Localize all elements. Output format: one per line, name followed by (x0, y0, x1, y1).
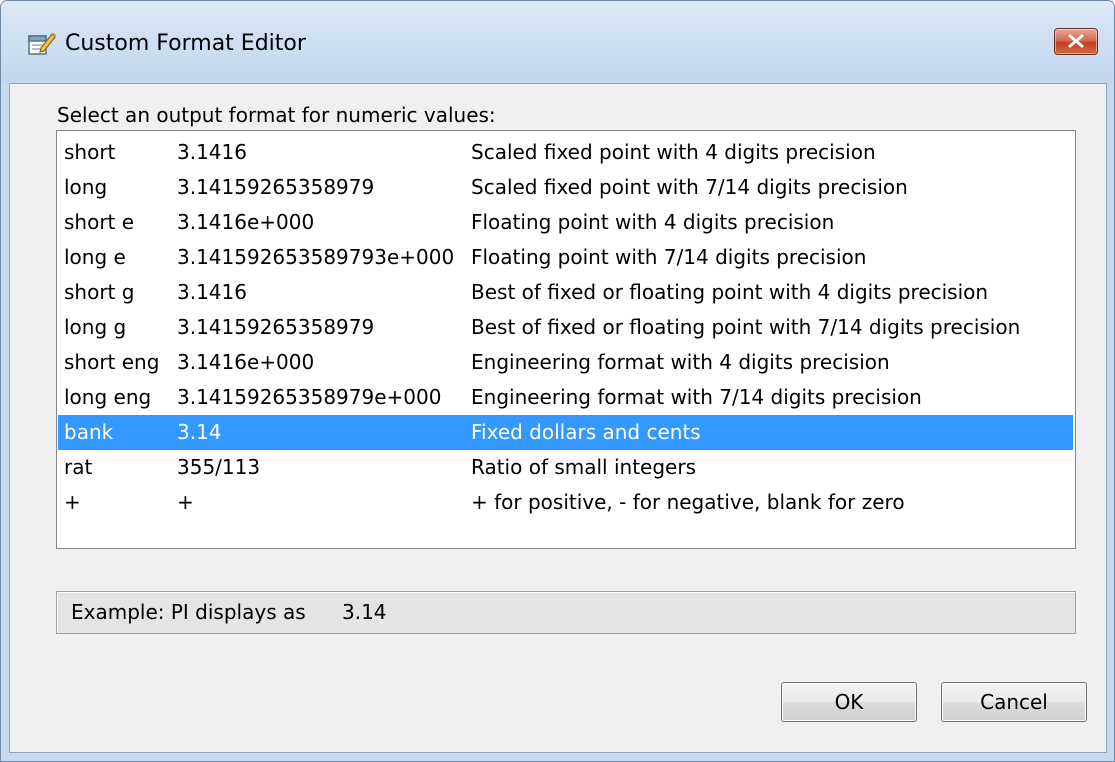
custom-format-editor-dialog: Custom Format Editor Select an output fo… (0, 0, 1115, 762)
format-example: 3.1416e+000 (177, 210, 315, 234)
format-row-plus[interactable]: + + + for positive, - for negative, blan… (58, 485, 1073, 520)
format-example: 3.14159265358979 (177, 175, 375, 199)
format-example: 3.14159265358979 (177, 315, 375, 339)
ok-button[interactable]: OK (781, 682, 917, 722)
format-row-long[interactable]: long 3.14159265358979 Scaled fixed point… (58, 170, 1073, 205)
format-name: bank (64, 420, 114, 444)
format-description: Best of fixed or floating point with 4 d… (471, 280, 989, 304)
format-example: 355/113 (177, 455, 261, 479)
format-row-short-e[interactable]: short e 3.1416e+000 Floating point with … (58, 205, 1073, 240)
format-description: Engineering format with 7/14 digits prec… (471, 385, 922, 409)
format-description: Best of fixed or floating point with 7/1… (471, 315, 1021, 339)
format-row-bank[interactable]: bank 3.14 Fixed dollars and cents (58, 415, 1073, 450)
format-row-long-eng[interactable]: long eng 3.14159265358979e+000 Engineeri… (58, 380, 1073, 415)
format-description: Ratio of small integers (471, 455, 696, 479)
format-name: short (64, 140, 116, 164)
format-example: + (177, 490, 194, 514)
format-description: Floating point with 7/14 digits precisio… (471, 245, 867, 269)
example-value: 3.14 (342, 600, 387, 624)
format-name: long g (64, 315, 127, 339)
example-label: Example: PI displays as (71, 600, 306, 624)
format-name: short g (64, 280, 135, 304)
title-bar[interactable]: Custom Format Editor (1, 1, 1114, 83)
format-example: 3.1416e+000 (177, 350, 315, 374)
format-name: rat (64, 455, 93, 479)
format-name: long e (64, 245, 126, 269)
format-prompt-label: Select an output format for numeric valu… (57, 103, 496, 127)
format-name: short eng (64, 350, 160, 374)
format-description: Floating point with 4 digits precision (471, 210, 835, 234)
window-title: Custom Format Editor (65, 31, 306, 56)
format-row-long-e[interactable]: long e 3.141592653589793e+000 Floating p… (58, 240, 1073, 275)
format-example: 3.141592653589793e+000 (177, 245, 455, 269)
format-name: long (64, 175, 108, 199)
format-name: + (64, 490, 81, 514)
format-row-short[interactable]: short 3.1416 Scaled fixed point with 4 d… (58, 135, 1073, 170)
format-row-short-eng[interactable]: short eng 3.1416e+000 Engineering format… (58, 345, 1073, 380)
close-button[interactable] (1054, 28, 1098, 55)
format-description: + for positive, - for negative, blank fo… (471, 490, 905, 514)
format-row-long-g[interactable]: long g 3.14159265358979 Best of fixed or… (58, 310, 1073, 345)
format-name: long eng (64, 385, 152, 409)
format-description: Engineering format with 4 digits precisi… (471, 350, 890, 374)
format-description: Scaled fixed point with 7/14 digits prec… (471, 175, 908, 199)
format-list[interactable]: short 3.1416 Scaled fixed point with 4 d… (56, 130, 1076, 549)
format-row-rat[interactable]: rat 355/113 Ratio of small integers (58, 450, 1073, 485)
format-name: short e (64, 210, 135, 234)
format-description: Fixed dollars and cents (471, 420, 701, 444)
format-example: 3.14 (177, 420, 222, 444)
format-example: 3.1416 (177, 280, 247, 304)
format-editor-icon (27, 29, 57, 57)
example-preview-box: Example: PI displays as 3.14 (56, 591, 1076, 634)
format-description: Scaled fixed point with 4 digits precisi… (471, 140, 876, 164)
format-example: 3.14159265358979e+000 (177, 385, 442, 409)
format-example: 3.1416 (177, 140, 247, 164)
cancel-button[interactable]: Cancel (941, 682, 1087, 722)
dialog-content: Select an output format for numeric valu… (9, 83, 1107, 753)
format-row-short-g[interactable]: short g 3.1416 Best of fixed or floating… (58, 275, 1073, 310)
